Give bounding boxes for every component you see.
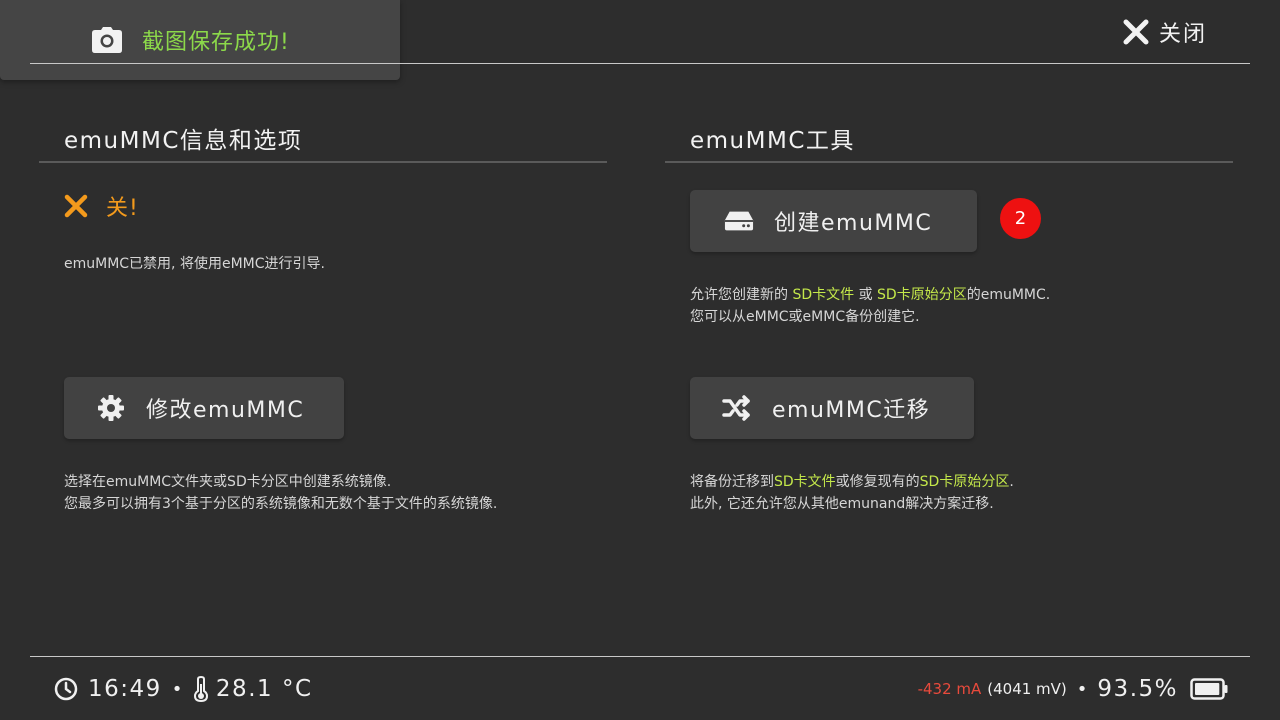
modify-emummc-label: 修改emuMMC: [146, 398, 305, 423]
footer-right: -432 mA (4041 mV) • 93.5%: [918, 672, 1228, 706]
sd-file-highlight: SD卡文件: [774, 474, 836, 490]
left-section-title: emuMMC信息和选项: [64, 128, 303, 154]
thermometer-icon: [193, 676, 208, 702]
migrate-desc-line1: 将备份迁移到SD卡文件或修复现有的SD卡原始分区.: [690, 471, 1014, 493]
footer-left: 16:49 • 28.1 °C: [54, 672, 313, 706]
disabled-x-icon: [64, 194, 88, 218]
create-emummc-button[interactable]: 创建emuMMC: [690, 190, 977, 252]
create-desc-line1: 允许您创建新的 SD卡文件 或 SD卡原始分区的emuMMC.: [690, 284, 1050, 306]
right-section-divider: [665, 161, 1233, 163]
create-desc-text: 或: [854, 287, 878, 303]
migrate-emummc-button[interactable]: emuMMC迁移: [690, 377, 974, 439]
close-icon: [1123, 19, 1149, 45]
toast-message: 截图保存成功!: [142, 30, 290, 55]
drive-icon: [724, 206, 754, 236]
migrate-desc-line2: 此外, 它还允许您从其他emunand解决方案迁移.: [690, 496, 994, 512]
migrate-desc-text: .: [1009, 474, 1014, 490]
left-section-divider: [39, 161, 607, 163]
separator-dot: •: [1076, 678, 1088, 700]
close-button[interactable]: 关闭: [1123, 17, 1207, 47]
camera-icon: [92, 24, 124, 56]
battery-percent: 93.5%: [1097, 676, 1178, 702]
create-desc-text: 的emuMMC.: [966, 287, 1051, 303]
battery-voltage: (4041 mV): [987, 680, 1067, 698]
close-label: 关闭: [1159, 22, 1208, 47]
migrate-description: 将备份迁移到SD卡文件或修复现有的SD卡原始分区. 此外, 它还允许您从其他em…: [690, 471, 1014, 515]
shuffle-icon: [722, 393, 752, 423]
create-description: 允许您创建新的 SD卡文件 或 SD卡原始分区的emuMMC. 您可以从eMMC…: [690, 284, 1050, 328]
battery-current: -432 mA: [917, 680, 982, 698]
status-label: 关!: [106, 196, 139, 221]
modify-desc-line1: 选择在emuMMC文件夹或SD卡分区中创建系统镜像.: [64, 474, 392, 490]
emummc-status: 关!: [64, 190, 139, 222]
battery-icon: [1190, 678, 1228, 700]
sd-partition-highlight: SD卡原始分区: [877, 287, 967, 303]
footer-divider: [30, 656, 1250, 657]
migrate-desc-text: 将备份迁移到: [690, 474, 774, 490]
modify-desc-line2: 您最多可以拥有3个基于分区的系统镜像和无数个基于文件的系统镜像.: [64, 496, 498, 512]
gear-icon: [96, 393, 126, 423]
migrate-desc-text: 或修复现有的: [835, 474, 920, 490]
create-emummc-label: 创建emuMMC: [774, 211, 933, 236]
migrate-emummc-label: emuMMC迁移: [772, 398, 931, 423]
create-desc-line2: 您可以从eMMC或eMMC备份创建它.: [690, 309, 920, 325]
header-divider: [30, 63, 1250, 64]
separator-dot: •: [171, 678, 184, 700]
clock-icon: [54, 677, 78, 701]
sd-partition-highlight: SD卡原始分区: [919, 474, 1010, 490]
clock-time: 16:49: [88, 676, 162, 702]
status-description: emuMMC已禁用, 将使用eMMC进行引导.: [64, 256, 325, 272]
right-section-title: emuMMC工具: [690, 128, 855, 154]
sd-file-highlight: SD卡文件: [792, 287, 855, 303]
create-desc-text: 允许您创建新的: [690, 287, 793, 303]
modify-emummc-button[interactable]: 修改emuMMC: [64, 377, 344, 439]
screenshot-toast: 截图保存成功!: [0, 0, 400, 80]
notification-badge: 2: [1000, 198, 1041, 239]
temperature: 28.1 °C: [215, 676, 313, 702]
modify-description: 选择在emuMMC文件夹或SD卡分区中创建系统镜像. 您最多可以拥有3个基于分区…: [64, 471, 497, 515]
